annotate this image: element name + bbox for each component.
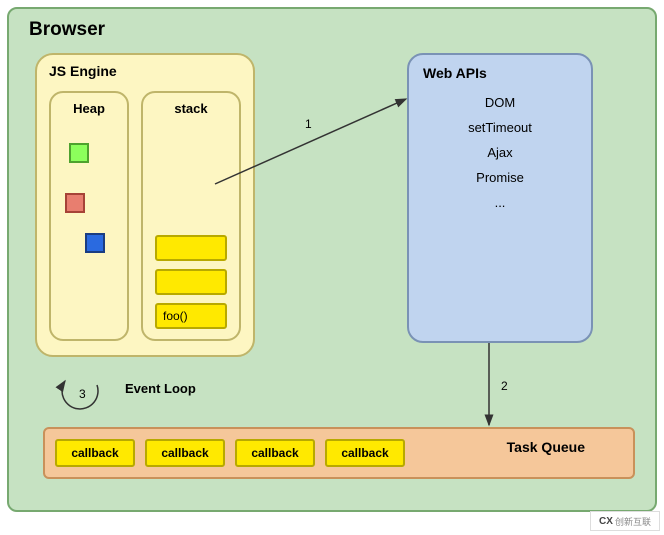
heap-object-red [65,193,85,213]
heap-box: Heap [49,91,129,341]
task-queue-title: Task Queue [507,439,585,455]
stack-frame [155,269,227,295]
callback-item: callback [55,439,135,467]
heap-object-blue [85,233,105,253]
heap-title: Heap [73,101,105,116]
stack-items: foo() [155,235,227,329]
stack-frame [155,235,227,261]
callback-item: callback [235,439,315,467]
browser-title: Browser [29,19,105,41]
js-engine-box: JS Engine Heap stack foo() [35,53,255,357]
event-loop-label: Event Loop [125,381,196,396]
watermark-text: 创新互联 [615,515,651,528]
watermark: CX 创新互联 [590,511,660,531]
browser-container: Browser JS Engine Heap stack foo() Web A… [7,7,657,512]
stack-frame: foo() [155,303,227,329]
api-item: setTimeout [423,120,577,135]
heap-object-green [69,143,89,163]
js-engine-title: JS Engine [49,63,117,79]
web-apis-box: Web APIs DOM setTimeout Ajax Promise ... [407,53,593,343]
watermark-brand: CX [599,516,613,527]
web-apis-title: Web APIs [423,65,577,81]
api-item: Promise [423,170,577,185]
arrow-label-3: 3 [79,387,86,401]
arrow-label-2: 2 [501,379,508,393]
api-item: Ajax [423,145,577,160]
arrow-label-1: 1 [305,117,312,131]
task-queue-box: callback callback callback callback Task… [43,427,635,479]
api-item: ... [423,195,577,210]
stack-box: stack foo() [141,91,241,341]
stack-title: stack [155,101,227,116]
callback-item: callback [145,439,225,467]
callback-item: callback [325,439,405,467]
api-item: DOM [423,95,577,110]
